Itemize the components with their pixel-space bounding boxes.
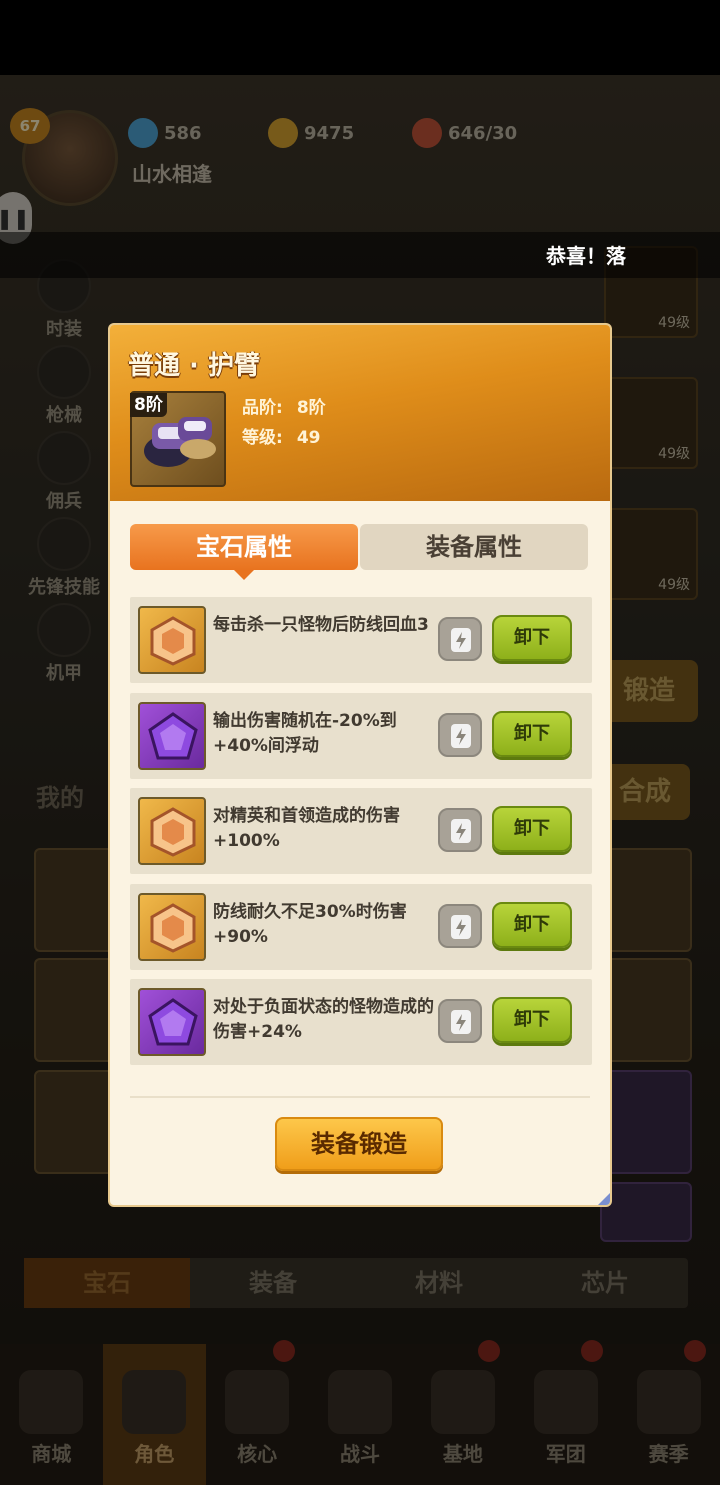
gem-remove-button[interactable]: 卸下 — [492, 997, 572, 1043]
divider — [130, 1096, 590, 1098]
attribute-tabs: 宝石属性 装备属性 — [130, 524, 588, 580]
gem-description: 对处于负面状态的怪物造成的伤害+24% — [213, 997, 434, 1042]
gem-list: 每击杀一只怪物后防线回血3 卸下 输出伤害随机在-20%到+40%间浮动 卸下 — [130, 597, 592, 1075]
gem-row: 防线耐久不足30%时伤害+90% 卸下 — [130, 883, 592, 970]
swap-icon — [451, 819, 471, 843]
toast-message: 恭喜！落 — [546, 244, 626, 268]
purple-gem-icon — [138, 701, 206, 770]
gem-remove-button[interactable]: 卸下 — [492, 901, 572, 948]
equipment-detail-dialog: 普通 · 护臂 8阶 品阶: 8阶 等级: 49 宝石属性 装备属性 每击杀一只… — [110, 325, 610, 1205]
tab-equipment-attributes[interactable]: 装备属性 — [360, 524, 588, 570]
gem-row: 对精英和首领造成的伤害+100% 卸下 — [130, 788, 592, 874]
item-grade-badge: 8阶 — [130, 393, 167, 417]
gem-swap-button[interactable] — [438, 808, 482, 852]
orange-gem-icon — [138, 892, 206, 961]
equipment-forge-button[interactable]: 装备锻造 — [275, 1117, 443, 1171]
quality-label: 品阶: — [242, 398, 283, 418]
dialog-corner-decoration — [598, 1193, 610, 1205]
level-row: 等级: 49 — [242, 423, 320, 448]
swap-icon — [451, 1010, 471, 1034]
level-label: 等级: — [242, 428, 283, 448]
screen: 67 山水相逢 586 9475 646/30 ❚❚ 时装 枪械 佣兵 先锋技能… — [0, 0, 720, 1485]
gem-row: 每击杀一只怪物后防线回血3 卸下 — [130, 597, 592, 683]
gem-swap-button[interactable] — [438, 617, 482, 661]
tab-gem-attributes[interactable]: 宝石属性 — [130, 524, 358, 580]
quality-row: 品阶: 8阶 — [242, 393, 326, 418]
swap-icon — [451, 914, 471, 939]
gem-description: 对精英和首领造成的伤害+100% — [213, 806, 400, 851]
dialog-title: 普通 · 护臂 — [128, 351, 260, 381]
gem-swap-button[interactable] — [438, 999, 482, 1043]
level-value: 49 — [296, 428, 321, 448]
gem-remove-button[interactable]: 卸下 — [492, 615, 572, 661]
gem-description: 每击杀一只怪物后防线回血3 — [213, 615, 429, 635]
gem-swap-button[interactable] — [438, 712, 482, 757]
gem-swap-button[interactable] — [438, 903, 482, 948]
swap-icon — [451, 723, 471, 748]
quality-value: 8阶 — [296, 398, 326, 418]
gem-remove-button[interactable]: 卸下 — [492, 710, 572, 757]
gem-description: 输出伤害随机在-20%到+40%间浮动 — [213, 710, 397, 756]
gem-remove-button[interactable]: 卸下 — [492, 806, 572, 852]
orange-gem-icon — [138, 606, 206, 674]
armguard-icon — [144, 417, 216, 467]
orange-gem-icon — [138, 797, 206, 865]
swap-icon — [451, 628, 471, 652]
gem-description: 防线耐久不足30%时伤害+90% — [213, 901, 407, 947]
purple-gem-icon — [138, 988, 206, 1056]
gem-row: 对处于负面状态的怪物造成的伤害+24% 卸下 — [130, 979, 592, 1065]
gem-row: 输出伤害随机在-20%到+40%间浮动 卸下 — [130, 692, 592, 779]
